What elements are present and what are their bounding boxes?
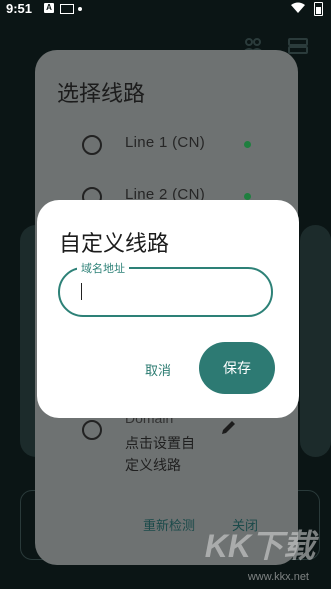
domain-input[interactable]	[76, 281, 256, 303]
background-card-right	[300, 225, 331, 457]
line-label: Line 1 (CN)	[125, 134, 205, 151]
retest-button[interactable]: 重新检测	[143, 515, 195, 534]
domain-field[interactable]: 域名地址	[58, 260, 273, 317]
custom-line-radio[interactable]	[82, 420, 102, 440]
status-time: 9:51	[6, 1, 33, 16]
status-dot-icon	[244, 193, 251, 200]
domain-field-label: 域名地址	[77, 260, 129, 276]
line-option[interactable]: Line 1 (CN)	[35, 128, 298, 158]
watermark-logo: KK下载	[204, 528, 315, 564]
status-bar: 9:51 A	[0, 0, 331, 20]
custom-line-hint[interactable]: 点击设置自定义线路	[125, 432, 205, 476]
edit-pencil-icon[interactable]	[220, 418, 238, 436]
wifi-icon	[291, 2, 305, 13]
text-caret	[81, 283, 82, 300]
custom-line-dialog: 自定义线路 域名地址 取消 保存	[37, 200, 299, 418]
server-icon[interactable]	[288, 38, 308, 54]
dialog-title: 自定义线路	[59, 231, 170, 256]
watermark-url: www.kkx.net	[247, 571, 309, 583]
sheet-title: 选择线路	[57, 81, 146, 106]
dot-icon	[78, 7, 82, 11]
status-dot-icon	[244, 141, 251, 148]
cancel-button[interactable]: 取消	[145, 360, 171, 379]
keyboard-icon	[60, 4, 74, 14]
battery-icon	[314, 2, 323, 16]
radio-button[interactable]	[82, 135, 102, 155]
notification-a-icon: A	[44, 3, 54, 13]
save-button[interactable]: 保存	[199, 342, 275, 394]
